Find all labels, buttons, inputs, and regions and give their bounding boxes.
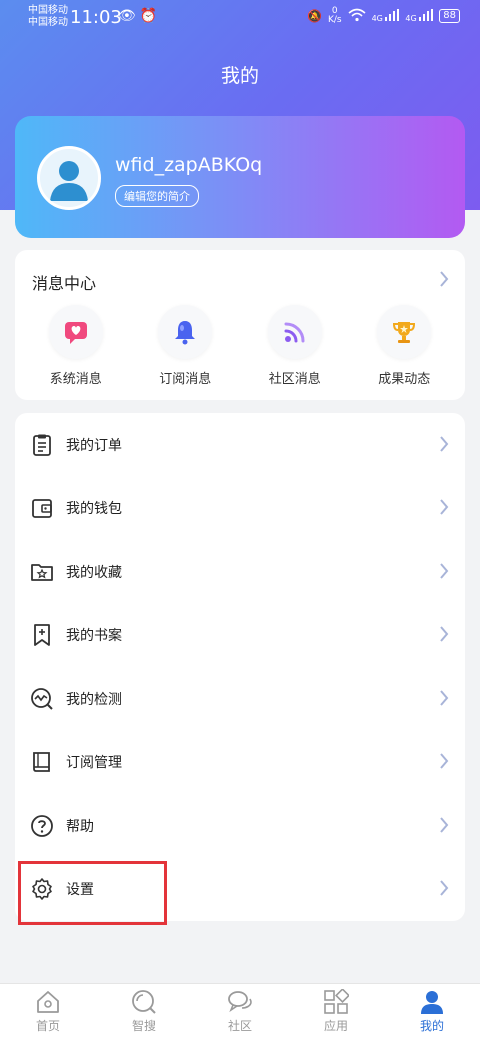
wallet-icon (32, 498, 52, 518)
feed-icon (284, 322, 305, 343)
chevron-right-icon (440, 880, 449, 896)
chevron-right-icon (440, 626, 449, 642)
eye-icon: 👁 (118, 8, 140, 24)
status-bar: 中国移动 中国移动 11:03 👁⏰ 🔕 0 K/s 4G 4G 88 (0, 0, 480, 36)
bookmark-plus-icon (34, 623, 50, 646)
network-speed: 0 K/s (327, 6, 342, 25)
username: wfid_zapABKOq (115, 154, 263, 176)
chevron-right-icon (440, 436, 449, 452)
signal-icon: 4G (405, 9, 434, 23)
tab-search[interactable]: 智搜 (96, 984, 192, 1040)
msg-achievement[interactable]: 成果动态 (354, 305, 454, 387)
menu-item-orders[interactable]: 我的订单 (15, 413, 465, 476)
msg-community[interactable]: 社区消息 (245, 305, 345, 387)
bell-icon (175, 321, 196, 345)
message-heart-icon (64, 322, 87, 344)
msg-system[interactable]: 系统消息 (26, 305, 126, 387)
profile-card[interactable]: wfid_zapABKOq 编辑您的简介 (15, 116, 465, 238)
chat-icon (228, 991, 252, 1013)
menu-item-detection[interactable]: 我的检测 (15, 667, 465, 730)
tab-community[interactable]: 社区 (192, 984, 288, 1040)
chevron-right-icon[interactable] (439, 271, 449, 287)
settings-highlight-box (18, 861, 167, 925)
avatar[interactable] (37, 146, 101, 210)
edit-profile-button[interactable]: 编辑您的简介 (115, 185, 199, 207)
tab-mine[interactable]: 我的 (384, 984, 480, 1040)
menu-list: 我的订单 我的钱包 我的收藏 我的书案 我的检测 订阅管理 帮助 设置 (15, 413, 465, 921)
chevron-right-icon (440, 753, 449, 769)
message-center-title[interactable]: 消息中心 (32, 270, 96, 294)
chevron-right-icon (440, 499, 449, 515)
clock: 11:03 (70, 7, 122, 28)
menu-item-favorites[interactable]: 我的收藏 (15, 540, 465, 603)
detection-icon (31, 687, 53, 710)
status-icons: 👁⏰ (118, 8, 161, 24)
menu-item-wallet[interactable]: 我的钱包 (15, 476, 465, 539)
battery-icon: 88 (439, 9, 460, 23)
bottom-nav: 首页 智搜 社区 应用 我的 (0, 983, 480, 1040)
menu-item-desk[interactable]: 我的书案 (15, 603, 465, 666)
user-icon (421, 991, 443, 1014)
order-clipboard-icon (33, 434, 51, 456)
apps-icon (324, 989, 349, 1014)
book-icon (33, 751, 50, 772)
carrier-text: 中国移动 中国移动 (28, 5, 68, 28)
page-title: 我的 (220, 65, 259, 87)
search-icon (132, 990, 156, 1014)
menu-item-subscription-management[interactable]: 订阅管理 (15, 730, 465, 793)
trophy-icon (393, 322, 416, 343)
message-center-card: 消息中心 系统消息 订阅消息 社区消息 成果动态 (15, 250, 465, 400)
favorites-folder-icon (31, 563, 53, 581)
menu-item-help[interactable]: 帮助 (15, 794, 465, 857)
chevron-right-icon (440, 690, 449, 706)
alarm-icon: ⏰ (139, 8, 162, 24)
chevron-right-icon (440, 563, 449, 579)
signal-icon: 4G (372, 9, 400, 23)
wifi-icon (348, 8, 366, 25)
home-icon (37, 991, 59, 1013)
help-icon (31, 814, 53, 837)
tab-home[interactable]: 首页 (0, 984, 96, 1040)
msg-subscription[interactable]: 订阅消息 (135, 305, 235, 387)
mute-icon: 🔕 (307, 9, 322, 23)
chevron-right-icon (440, 817, 449, 833)
tab-apps[interactable]: 应用 (288, 984, 384, 1040)
